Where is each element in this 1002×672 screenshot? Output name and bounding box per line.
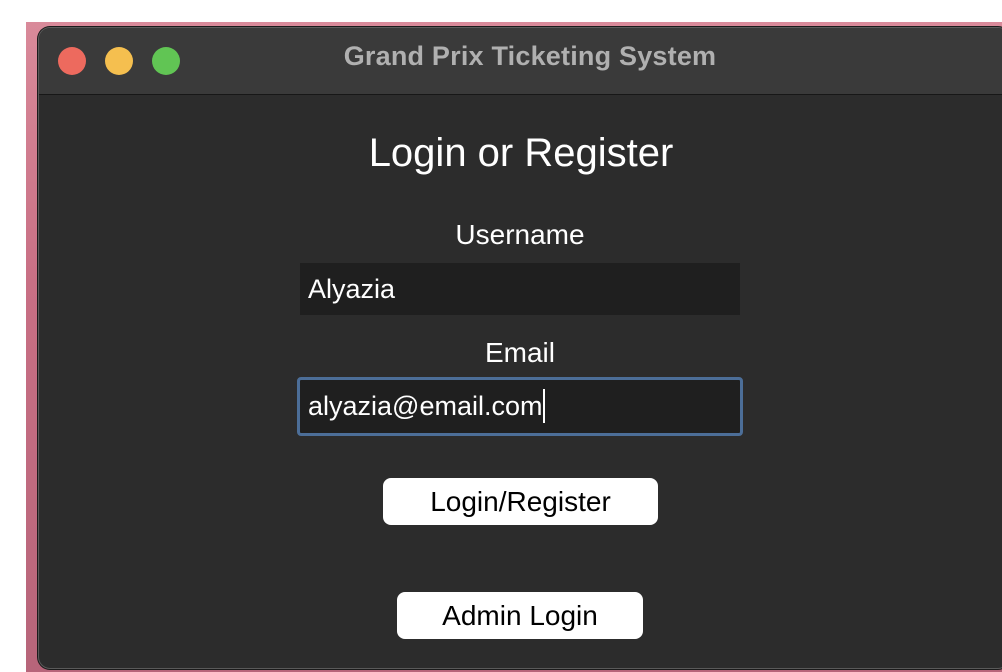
window-title: Grand Prix Ticketing System [343,41,717,71]
username-value: Alyazia [308,274,396,304]
login-register-button[interactable]: Login/Register [383,478,658,525]
form-heading: Login or Register [368,131,674,175]
text-caret [543,388,546,423]
username-input[interactable]: Alyazia [300,263,740,315]
email-input[interactable]: alyazia@email.com [297,377,743,436]
app-window: Grand Prix Ticketing System Login or Reg… [38,27,1002,669]
email-label: Email [484,337,555,368]
login-form: Login or Register Username Alyazia Email… [39,95,1002,668]
admin-login-button[interactable]: Admin Login [397,592,643,639]
window-titlebar: Grand Prix Ticketing System [39,28,1002,95]
email-value: alyazia@email.com [308,391,543,421]
username-label: Username [455,219,585,250]
